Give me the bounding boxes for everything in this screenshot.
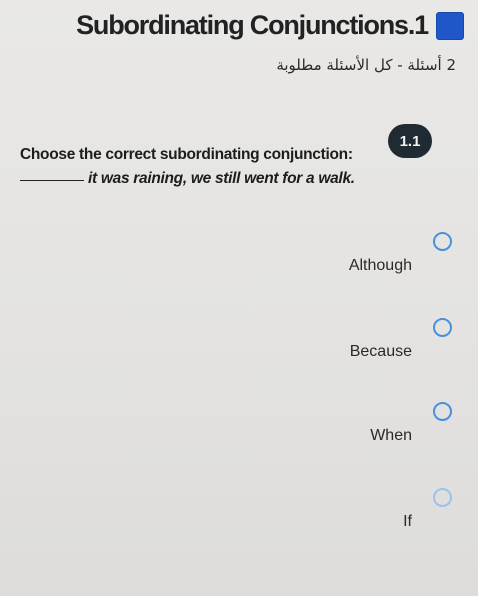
option-although[interactable]: Although	[349, 232, 452, 275]
option-label[interactable]: When	[370, 427, 412, 445]
radio-unchecked-icon[interactable]	[433, 488, 452, 507]
radio-unchecked-icon[interactable]	[433, 402, 452, 421]
option-when[interactable]: When	[370, 402, 452, 445]
quiz-title: Subordinating Conjunctions.1	[76, 10, 429, 40]
option-label[interactable]: Because	[350, 343, 412, 361]
option-because[interactable]: Because	[350, 318, 452, 361]
quiz-header: Subordinating Conjunctions.1 2 أسئلة - ك…	[0, 0, 478, 96]
title-row: Subordinating Conjunctions.1	[76, 10, 464, 41]
answer-blank	[20, 180, 84, 181]
question-block: Choose the correct subordinating conjunc…	[20, 146, 380, 188]
question-number-badge: 1.1	[388, 124, 432, 158]
radio-unchecked-icon[interactable]	[433, 232, 452, 251]
question-sentence-line: it was raining, we still went for a walk…	[20, 170, 380, 188]
quiz-subtitle: 2 أسئلة - كل الأسئلة مطلوبة	[276, 56, 456, 74]
question-sentence: it was raining, we still went for a walk…	[88, 170, 355, 187]
flag-square-icon[interactable]	[436, 11, 464, 40]
quiz-page: Subordinating Conjunctions.1 2 أسئلة - ك…	[0, 0, 478, 596]
option-label[interactable]: Although	[349, 257, 412, 275]
radio-unchecked-icon[interactable]	[433, 318, 452, 337]
option-if[interactable]: If	[403, 488, 452, 531]
option-label[interactable]: If	[403, 513, 412, 531]
question-prompt: Choose the correct subordinating conjunc…	[20, 146, 353, 163]
